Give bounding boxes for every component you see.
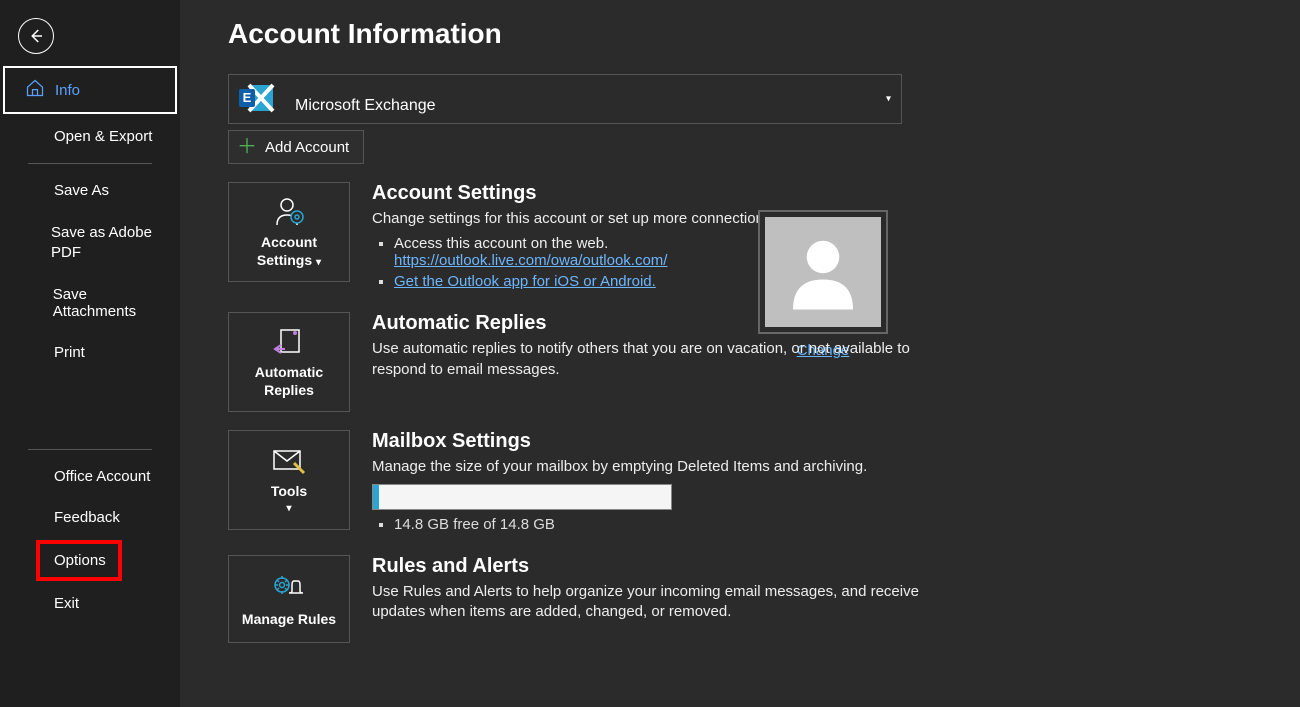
tools-button[interactable]: Tools ▾ xyxy=(228,430,350,530)
section-desc: Use Rules and Alerts to help organize yo… xyxy=(372,582,932,623)
sidebar-item-label: Open & Export xyxy=(54,128,152,145)
person-gear-icon xyxy=(273,195,305,227)
section-title: Mailbox Settings xyxy=(372,430,932,453)
svg-text:E: E xyxy=(243,90,252,105)
button-line1: Account xyxy=(261,233,317,251)
chevron-down-icon: ▾ xyxy=(316,257,321,268)
arrow-left-icon xyxy=(27,27,45,45)
sidebar-item-print[interactable]: Print xyxy=(0,332,180,373)
sidebar-item-save-as[interactable]: Save As xyxy=(0,170,180,211)
add-account-button[interactable]: ＋ Add Account xyxy=(228,130,364,164)
sidebar-item-save-pdf[interactable]: Save as Adobe PDF xyxy=(0,211,180,274)
sidebar-item-options[interactable]: Options xyxy=(36,540,122,581)
automatic-replies-section: Automatic Replies Automatic Replies Use … xyxy=(228,312,1260,412)
sidebar-item-open-export[interactable]: Open & Export xyxy=(0,116,180,157)
manage-rules-button[interactable]: Manage Rules xyxy=(228,555,350,643)
button-line1: Automatic xyxy=(255,363,323,381)
rules-icon xyxy=(272,570,306,604)
section-title: Rules and Alerts xyxy=(372,555,932,578)
sidebar-item-info[interactable]: Info xyxy=(3,66,177,114)
sidebar-item-label: Feedback xyxy=(54,509,120,526)
button-label: Manage Rules xyxy=(242,610,336,628)
chevron-down-icon: ▾ xyxy=(886,94,891,105)
chevron-down-icon: ▾ xyxy=(286,502,291,515)
account-selector-label: Microsoft Exchange xyxy=(295,97,436,115)
button-line2: Replies xyxy=(264,381,314,399)
list-text: Access this account on the web. xyxy=(394,235,608,252)
divider xyxy=(28,163,152,164)
main-content: Account Information E Microsoft Exchange… xyxy=(180,0,1300,707)
sidebar-item-label: Save Attachments xyxy=(53,286,166,320)
sidebar: Info Open & Export Save As Save as Adobe… xyxy=(0,0,180,707)
mailbox-tools-icon xyxy=(272,445,306,476)
mailbox-settings-section: Tools ▾ Mailbox Settings Manage the size… xyxy=(228,430,1260,536)
section-title: Automatic Replies xyxy=(372,312,932,335)
sidebar-item-office-account[interactable]: Office Account xyxy=(0,456,180,497)
section-desc: Manage the size of your mailbox by empty… xyxy=(372,457,932,477)
button-label: Tools xyxy=(271,482,307,500)
back-button[interactable] xyxy=(18,18,54,54)
sidebar-item-exit[interactable]: Exit xyxy=(0,583,180,624)
mailbox-usage-bar xyxy=(372,484,672,510)
sidebar-item-label: Info xyxy=(55,82,80,99)
plus-icon: ＋ xyxy=(237,137,257,157)
account-settings-section: Account Settings ▾ Account Settings Chan… xyxy=(228,182,1260,294)
sidebar-item-label: Save as Adobe PDF xyxy=(51,223,166,262)
sidebar-item-feedback[interactable]: Feedback xyxy=(0,497,180,538)
person-icon xyxy=(783,232,863,312)
section-desc: Use automatic replies to notify others t… xyxy=(372,339,932,380)
divider xyxy=(28,449,152,450)
mobile-app-link[interactable]: Get the Outlook app for iOS or Android. xyxy=(394,273,656,290)
sidebar-item-label: Options xyxy=(54,552,106,569)
owa-link[interactable]: https://outlook.live.com/owa/outlook.com… xyxy=(394,252,667,269)
home-icon xyxy=(25,78,45,102)
exchange-icon: E xyxy=(239,81,275,115)
mailbox-free-text: 14.8 GB free of 14.8 GB xyxy=(394,516,932,533)
sidebar-item-label: Exit xyxy=(54,595,79,612)
add-account-label: Add Account xyxy=(265,139,349,156)
account-settings-button[interactable]: Account Settings ▾ xyxy=(228,182,350,282)
button-line2: Settings xyxy=(257,252,312,268)
page-title: Account Information xyxy=(228,18,1260,50)
sidebar-item-label: Save As xyxy=(54,182,109,199)
sidebar-item-label: Print xyxy=(54,344,85,361)
out-of-office-icon xyxy=(273,325,305,357)
rules-alerts-section: Manage Rules Rules and Alerts Use Rules … xyxy=(228,555,1260,643)
section-title: Account Settings xyxy=(372,182,932,205)
account-selector[interactable]: E Microsoft Exchange ▾ xyxy=(228,74,902,124)
automatic-replies-button[interactable]: Automatic Replies xyxy=(228,312,350,412)
sidebar-item-label: Office Account xyxy=(54,468,150,485)
sidebar-item-save-attachments[interactable]: Save Attachments xyxy=(0,274,180,332)
